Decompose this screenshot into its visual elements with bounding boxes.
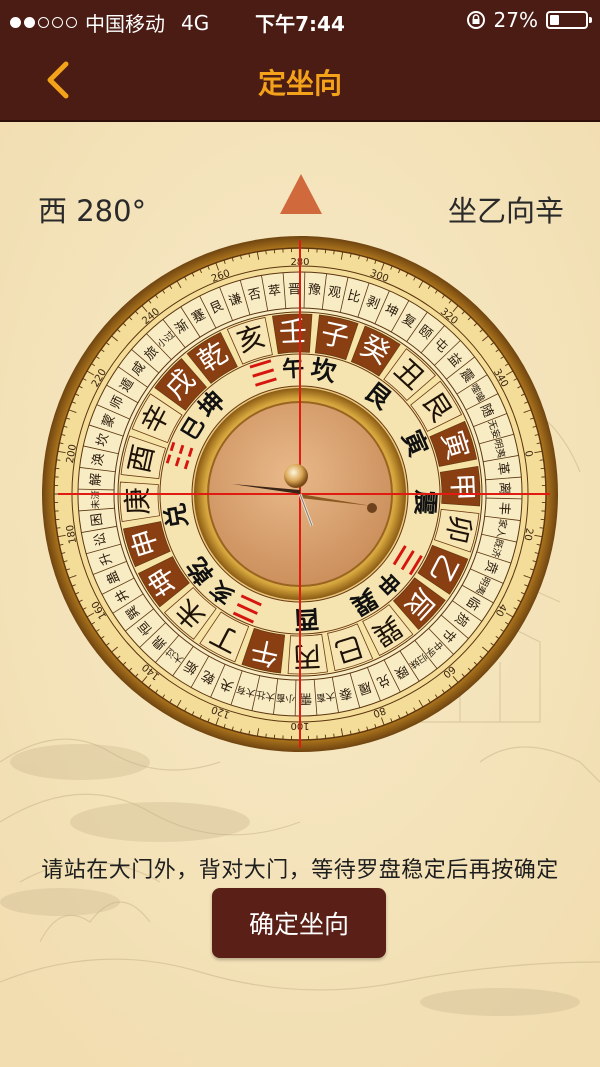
trigram-label: 午 (282, 356, 305, 383)
hexagram-label: 大畜 (315, 690, 335, 704)
mountain-label: 甲 (445, 472, 479, 501)
trigram-symbol: 兑 (160, 501, 193, 531)
hexagram-label: 未济 (89, 489, 102, 509)
degree-label: 20 (521, 527, 534, 541)
hexagram-label: 观 (327, 284, 342, 301)
hexagram-label: 豫 (307, 283, 321, 299)
hexagram-label: 解 (89, 473, 105, 487)
hexagram-label: 困 (89, 512, 106, 527)
mountain-label: 壬 (278, 315, 307, 349)
hexagram-label: 丰 (496, 501, 512, 515)
hexagram-label: 萃 (267, 283, 282, 300)
confirm-orientation-button[interactable]: 确定坐向 (212, 888, 386, 958)
trigram-symbol: 坎 (308, 354, 338, 387)
trigram-symbol: 酉 (293, 604, 320, 634)
hexagram-label: 革 (494, 461, 511, 476)
hexagram-label: 小畜 (276, 691, 296, 704)
mountain-label: 丙 (292, 639, 321, 673)
instruction-text: 请站在大门外，背对大门，等待罗盘稳定后再按确定 (41, 858, 559, 883)
hexagram-label: 涣 (90, 452, 107, 467)
mountain-label: 庚 (121, 486, 155, 515)
